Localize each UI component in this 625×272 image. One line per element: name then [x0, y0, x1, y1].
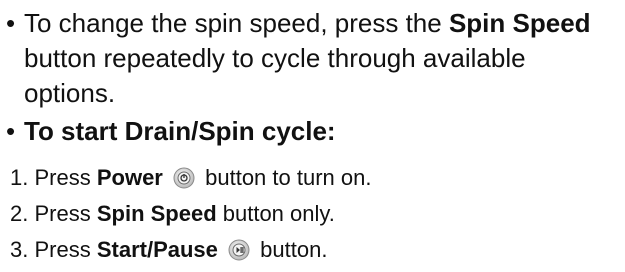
step-suffix: button to turn on.: [205, 165, 372, 190]
start-pause-label: Start/Pause: [96, 237, 218, 262]
start-pause-button-icon: [228, 239, 250, 261]
spin-speed-bullet: • To change the spin speed, press the Spi…: [6, 6, 618, 111]
bullet-marker: •: [6, 8, 16, 38]
step-number: 3.: [10, 237, 29, 262]
heading-text: To start Drain/Spin cycle:: [24, 116, 336, 146]
bullet-line1-prefix: To change the spin speed, press the: [24, 8, 449, 38]
step-suffix: button.: [260, 237, 328, 262]
spin-speed-label: Spin Speed: [448, 8, 591, 38]
bullet-line-3: options.: [24, 78, 116, 108]
step-2: 2. Press Spin Speed button only.: [10, 199, 335, 229]
heading-marker: •: [6, 116, 16, 146]
step-number: 2.: [10, 201, 29, 226]
power-button-icon: [173, 167, 195, 189]
step-number: 1.: [10, 165, 29, 190]
bullet-line-2: button repeatedly to cycle through avail…: [24, 43, 526, 73]
step-1: 1. Press Power button to turn on.: [10, 163, 371, 193]
step-prefix: Press: [34, 201, 97, 226]
spin-speed-step-label: Spin Speed: [96, 201, 217, 226]
step-prefix: Press: [34, 165, 97, 190]
power-label: Power: [96, 165, 163, 190]
bullet-line-1: • To change the spin speed, press the Spi…: [6, 6, 618, 41]
step-3: 3. Press Start/Pause button.: [10, 235, 327, 265]
step-prefix: Press: [34, 237, 97, 262]
drain-spin-heading: • To start Drain/Spin cycle:: [6, 114, 336, 149]
step-suffix: button only.: [216, 201, 335, 226]
